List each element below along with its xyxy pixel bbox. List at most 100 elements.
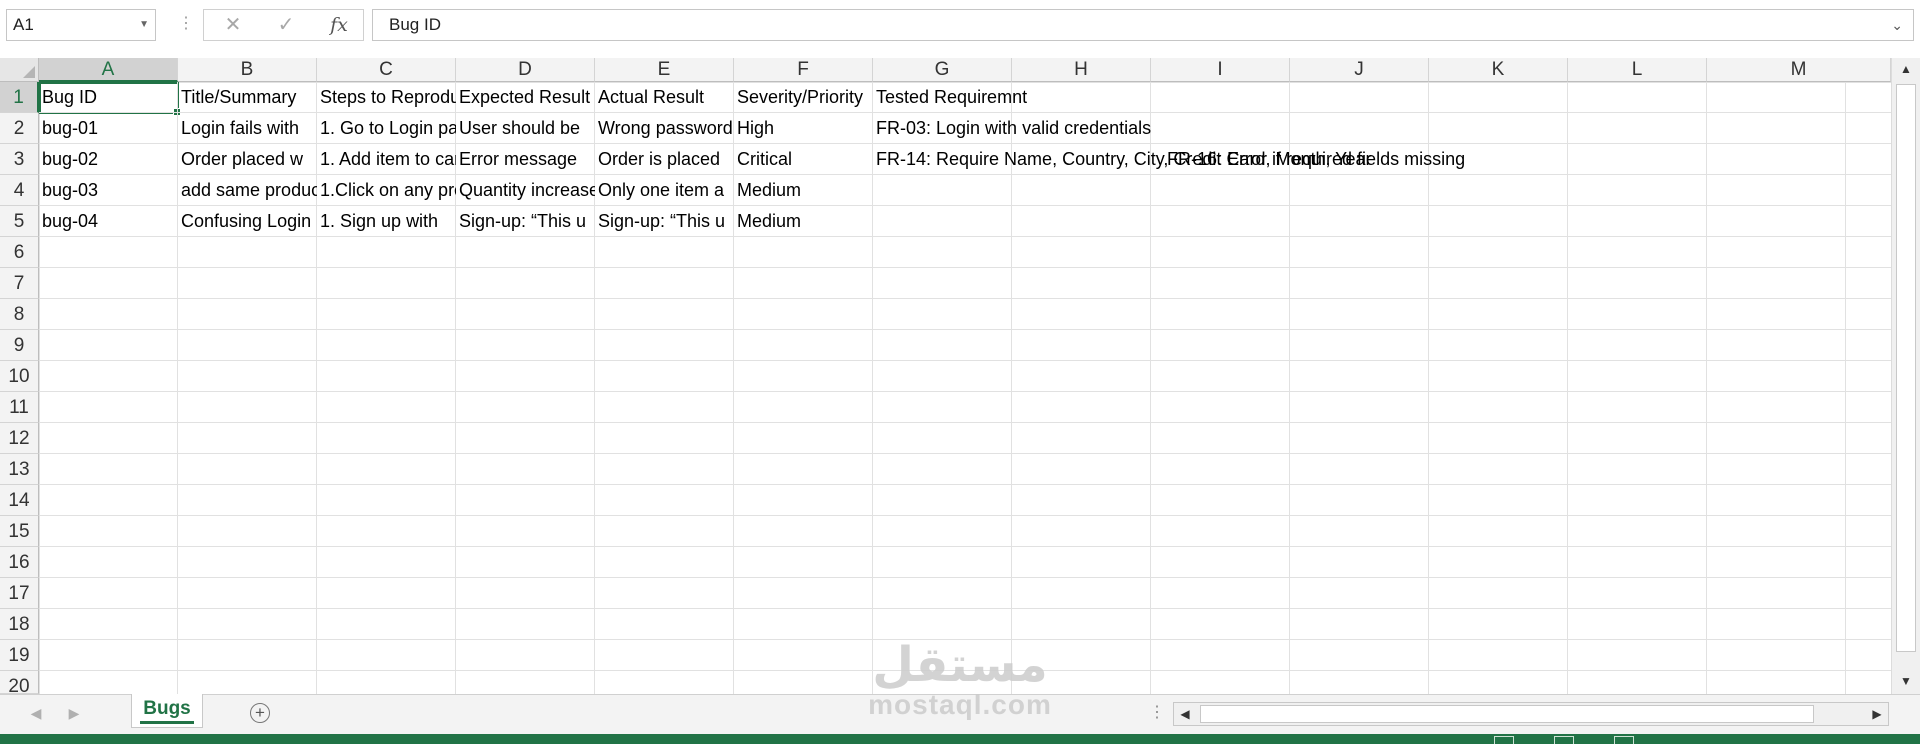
column-header-l[interactable]: L: [1568, 58, 1707, 82]
row-header-7[interactable]: 7: [0, 268, 39, 299]
column-header-e[interactable]: E: [595, 58, 734, 82]
cell-a5[interactable]: bug-04: [39, 206, 178, 237]
cell-d5[interactable]: Sign-up: “This u: [456, 206, 595, 237]
name-box[interactable]: A1 ▼: [6, 9, 156, 41]
row-header-9[interactable]: 9: [0, 330, 39, 361]
formula-bar: A1 ▼ ⋮ ✕ ✓ fx Bug ID ⌄: [0, 0, 1920, 54]
cancel-icon[interactable]: ✕: [218, 12, 248, 38]
select-all-corner[interactable]: [0, 58, 39, 82]
cell-d4[interactable]: Quantity increase: [456, 175, 595, 206]
vertical-scroll-thumb[interactable]: [1896, 84, 1916, 652]
row-header-13[interactable]: 13: [0, 454, 39, 485]
column-header-j[interactable]: J: [1290, 58, 1429, 82]
cell-d3[interactable]: Error message: [456, 144, 595, 175]
row-header-8[interactable]: 8: [0, 299, 39, 330]
cell-f2[interactable]: High: [734, 113, 873, 144]
column-header-a[interactable]: A: [39, 58, 178, 82]
grid-line: [39, 298, 1891, 299]
cell-b5[interactable]: Confusing Login: [178, 206, 317, 237]
column-header-b[interactable]: B: [178, 58, 317, 82]
formula-bar-grip-icon[interactable]: ⋮: [178, 16, 194, 32]
cell-area[interactable]: Bug IDTitle/SummarySteps to ReproduceExp…: [39, 82, 1891, 694]
scroll-down-icon[interactable]: ▼: [1892, 670, 1920, 692]
cell-f3[interactable]: Critical: [734, 144, 873, 175]
sheet-tab-bugs[interactable]: Bugs: [131, 694, 203, 728]
formula-input[interactable]: Bug ID ⌄: [372, 9, 1914, 41]
row-header-12[interactable]: 12: [0, 423, 39, 454]
insert-function-icon[interactable]: fx: [324, 12, 354, 38]
name-box-dropdown-icon[interactable]: ▼: [139, 10, 149, 40]
column-header-i[interactable]: I: [1151, 58, 1290, 82]
cell-f4[interactable]: Medium: [734, 175, 873, 206]
column-header-f[interactable]: F: [734, 58, 873, 82]
scroll-right-icon[interactable]: ▶: [1866, 703, 1888, 725]
next-sheet-icon[interactable]: ▶: [64, 703, 84, 723]
row-header-5[interactable]: 5: [0, 206, 39, 237]
row-header-19[interactable]: 19: [0, 640, 39, 671]
cell-e1[interactable]: Actual Result: [595, 82, 734, 113]
row-header-14[interactable]: 14: [0, 485, 39, 516]
expand-formula-bar-icon[interactable]: ⌄: [1891, 10, 1903, 40]
cell-e2[interactable]: Wrong password: [595, 113, 734, 144]
cell-c2[interactable]: 1. Go to Login page: [317, 113, 456, 144]
cell-g1[interactable]: Tested Requiremnt: [873, 82, 1027, 113]
cell-a4[interactable]: bug-03: [39, 175, 178, 206]
row-header-10[interactable]: 10: [0, 361, 39, 392]
cell-b1[interactable]: Title/Summary: [178, 82, 317, 113]
cell-c3[interactable]: 1. Add item to cart: [317, 144, 456, 175]
vertical-scrollbar[interactable]: ▲ ▼: [1891, 58, 1920, 694]
grid-line: [39, 515, 1891, 516]
cell-e4[interactable]: Only one item a: [595, 175, 734, 206]
cell-d2[interactable]: User should be: [456, 113, 595, 144]
normal-view-icon[interactable]: [1494, 736, 1514, 744]
row-header-6[interactable]: 6: [0, 237, 39, 268]
horizontal-scrollbar[interactable]: ◀ ▶: [1173, 702, 1889, 726]
cell-c5[interactable]: 1. Sign up with: [317, 206, 456, 237]
cell-b2[interactable]: Login fails with: [178, 113, 317, 144]
cell-c1[interactable]: Steps to Reproduce: [317, 82, 456, 113]
cell-f5[interactable]: Medium: [734, 206, 873, 237]
grid-line: [39, 639, 1891, 640]
page-layout-view-icon[interactable]: [1554, 736, 1574, 744]
cell-a2[interactable]: bug-01: [39, 113, 178, 144]
cell-c4[interactable]: 1.Click on any product: [317, 175, 456, 206]
tab-split-grip-icon[interactable]: ⋮: [1149, 703, 1165, 723]
row-header-20[interactable]: 20: [0, 671, 39, 697]
cell-h3[interactable]: FR-16: Error if required fields missing: [1164, 144, 1465, 175]
row-header-17[interactable]: 17: [0, 578, 39, 609]
row-header-16[interactable]: 16: [0, 547, 39, 578]
formula-buttons: ✕ ✓ fx: [203, 9, 364, 41]
enter-icon[interactable]: ✓: [271, 12, 301, 38]
grid-line: [39, 453, 1891, 454]
row-header-3[interactable]: 3: [0, 144, 39, 175]
column-header-k[interactable]: K: [1429, 58, 1568, 82]
cell-g2[interactable]: FR-03: Login with valid credentials: [873, 113, 1151, 144]
cell-d1[interactable]: Expected Result: [456, 82, 595, 113]
column-header-c[interactable]: C: [317, 58, 456, 82]
cell-f1[interactable]: Severity/Priority: [734, 82, 873, 113]
column-header-d[interactable]: D: [456, 58, 595, 82]
scroll-up-icon[interactable]: ▲: [1892, 58, 1920, 80]
cell-a3[interactable]: bug-02: [39, 144, 178, 175]
horizontal-scroll-thumb[interactable]: [1200, 705, 1814, 723]
page-break-view-icon[interactable]: [1614, 736, 1634, 744]
row-header-15[interactable]: 15: [0, 516, 39, 547]
column-header-g[interactable]: G: [873, 58, 1012, 82]
row-header-11[interactable]: 11: [0, 392, 39, 423]
column-header-m[interactable]: M: [1707, 58, 1891, 82]
row-header-4[interactable]: 4: [0, 175, 39, 206]
scroll-left-icon[interactable]: ◀: [1174, 703, 1196, 725]
status-bar: [0, 734, 1920, 744]
cell-a1[interactable]: Bug ID: [39, 82, 178, 113]
cell-b4[interactable]: add same product: [178, 175, 317, 206]
row-header-1[interactable]: 1: [0, 82, 39, 113]
cell-b3[interactable]: Order placed w: [178, 144, 317, 175]
cell-e3[interactable]: Order is placed: [595, 144, 734, 175]
add-sheet-icon[interactable]: +: [250, 703, 270, 723]
cell-e5[interactable]: Sign-up: “This u: [595, 206, 734, 237]
row-header-18[interactable]: 18: [0, 609, 39, 640]
prev-sheet-icon[interactable]: ◀: [26, 703, 46, 723]
column-header-h[interactable]: H: [1012, 58, 1151, 82]
cell-g3[interactable]: FR-14: Require Name, Country, City, Cred…: [873, 144, 1372, 175]
row-header-2[interactable]: 2: [0, 113, 39, 144]
